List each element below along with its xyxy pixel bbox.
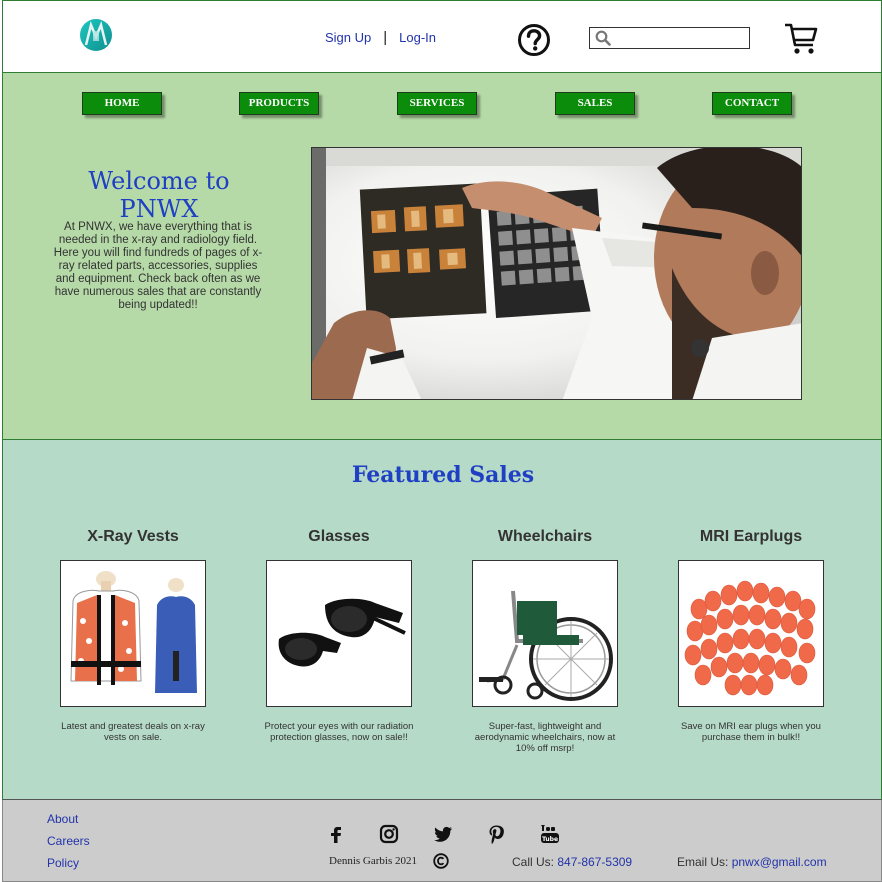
login-link[interactable]: Log-In (399, 30, 436, 45)
email-label: Email Us: (677, 855, 729, 869)
search-input[interactable] (614, 29, 744, 47)
site-header: Sign Up | Log-In (2, 0, 882, 73)
email-us: Email Us: pnwx@gmail.com (677, 855, 827, 869)
svg-text:Tube: Tube (542, 836, 558, 843)
featured-item-wheelchairs[interactable]: Wheelchairs Super-fast, lightweight and … (450, 528, 640, 754)
copyright-icon (433, 853, 449, 869)
hero-image-doctor-xray (311, 147, 802, 400)
search-box[interactable] (589, 27, 750, 49)
wheelchairs-image[interactable] (472, 560, 618, 707)
featured-item-glasses[interactable]: Glasses Protect your eyes with our radia… (244, 528, 434, 743)
instagram-icon[interactable] (378, 823, 400, 845)
footer-about-link[interactable]: About (47, 812, 78, 826)
nav-sales-button[interactable]: SALES (555, 92, 635, 115)
glasses-image[interactable] (266, 560, 412, 707)
auth-separator: | (383, 29, 388, 46)
copyright-text: Dennis Garbis 2021 (329, 855, 417, 867)
item-description: Latest and greatest deals on x-ray vests… (61, 721, 205, 743)
nav-contact-button[interactable]: CONTACT (712, 92, 792, 115)
call-label: Call Us: (512, 855, 555, 869)
item-description: Save on MRI ear plugs when you purchase … (681, 721, 821, 743)
footer-policy-link[interactable]: Policy (47, 856, 79, 870)
featured-sales-section: Featured Sales X-Ray Vests Latest and gr… (2, 440, 882, 800)
nav-products-button[interactable]: PRODUCTS (239, 92, 319, 115)
search-icon (595, 30, 611, 46)
twitter-icon[interactable] (432, 823, 454, 845)
nav-home-button[interactable]: HOME (82, 92, 162, 115)
intro-text: At PNWX, we have everything that is need… (53, 221, 263, 311)
hero-section: HOME PRODUCTS SERVICES SALES CONTACT Wel… (2, 73, 882, 440)
item-title: Glasses (308, 528, 370, 545)
featured-item-mri-earplugs[interactable]: MRI Earplugs Save on MRI ear plugs when … (656, 528, 846, 743)
phone-link[interactable]: 847-867-5309 (557, 855, 632, 869)
question-circle-icon[interactable] (517, 23, 551, 57)
email-link[interactable]: pnwx@gmail.com (732, 855, 827, 869)
auth-links: Sign Up | Log-In (325, 29, 436, 46)
call-us: Call Us: 847-867-5309 (512, 855, 632, 869)
item-title: MRI Earplugs (699, 528, 803, 545)
featured-sales-heading: Featured Sales (351, 462, 535, 488)
mri-earplugs-image[interactable] (678, 560, 824, 707)
item-description: Super-fast, lightweight and aerodynamic … (474, 721, 616, 754)
facebook-icon[interactable] (325, 823, 347, 845)
item-title: Wheelchairs (497, 528, 593, 545)
pinterest-icon[interactable] (485, 823, 507, 845)
site-footer: About Careers Policy Tube Dennis Garbis … (2, 800, 882, 882)
footer-careers-link[interactable]: Careers (47, 834, 90, 848)
xray-vests-image[interactable] (60, 560, 206, 707)
nav-services-button[interactable]: SERVICES (397, 92, 477, 115)
item-title: X-Ray Vests (87, 528, 179, 545)
cart-icon[interactable] (783, 21, 819, 57)
pnwx-logo-icon[interactable] (79, 17, 113, 53)
youtube-icon[interactable]: Tube (539, 823, 561, 845)
welcome-heading: Welcome to PNWX (88, 167, 230, 223)
featured-item-xray-vests[interactable]: X-Ray Vests Latest and greatest deals on… (38, 528, 228, 743)
item-description: Protect your eyes with our radiation pro… (264, 721, 414, 743)
signup-link[interactable]: Sign Up (325, 30, 371, 45)
